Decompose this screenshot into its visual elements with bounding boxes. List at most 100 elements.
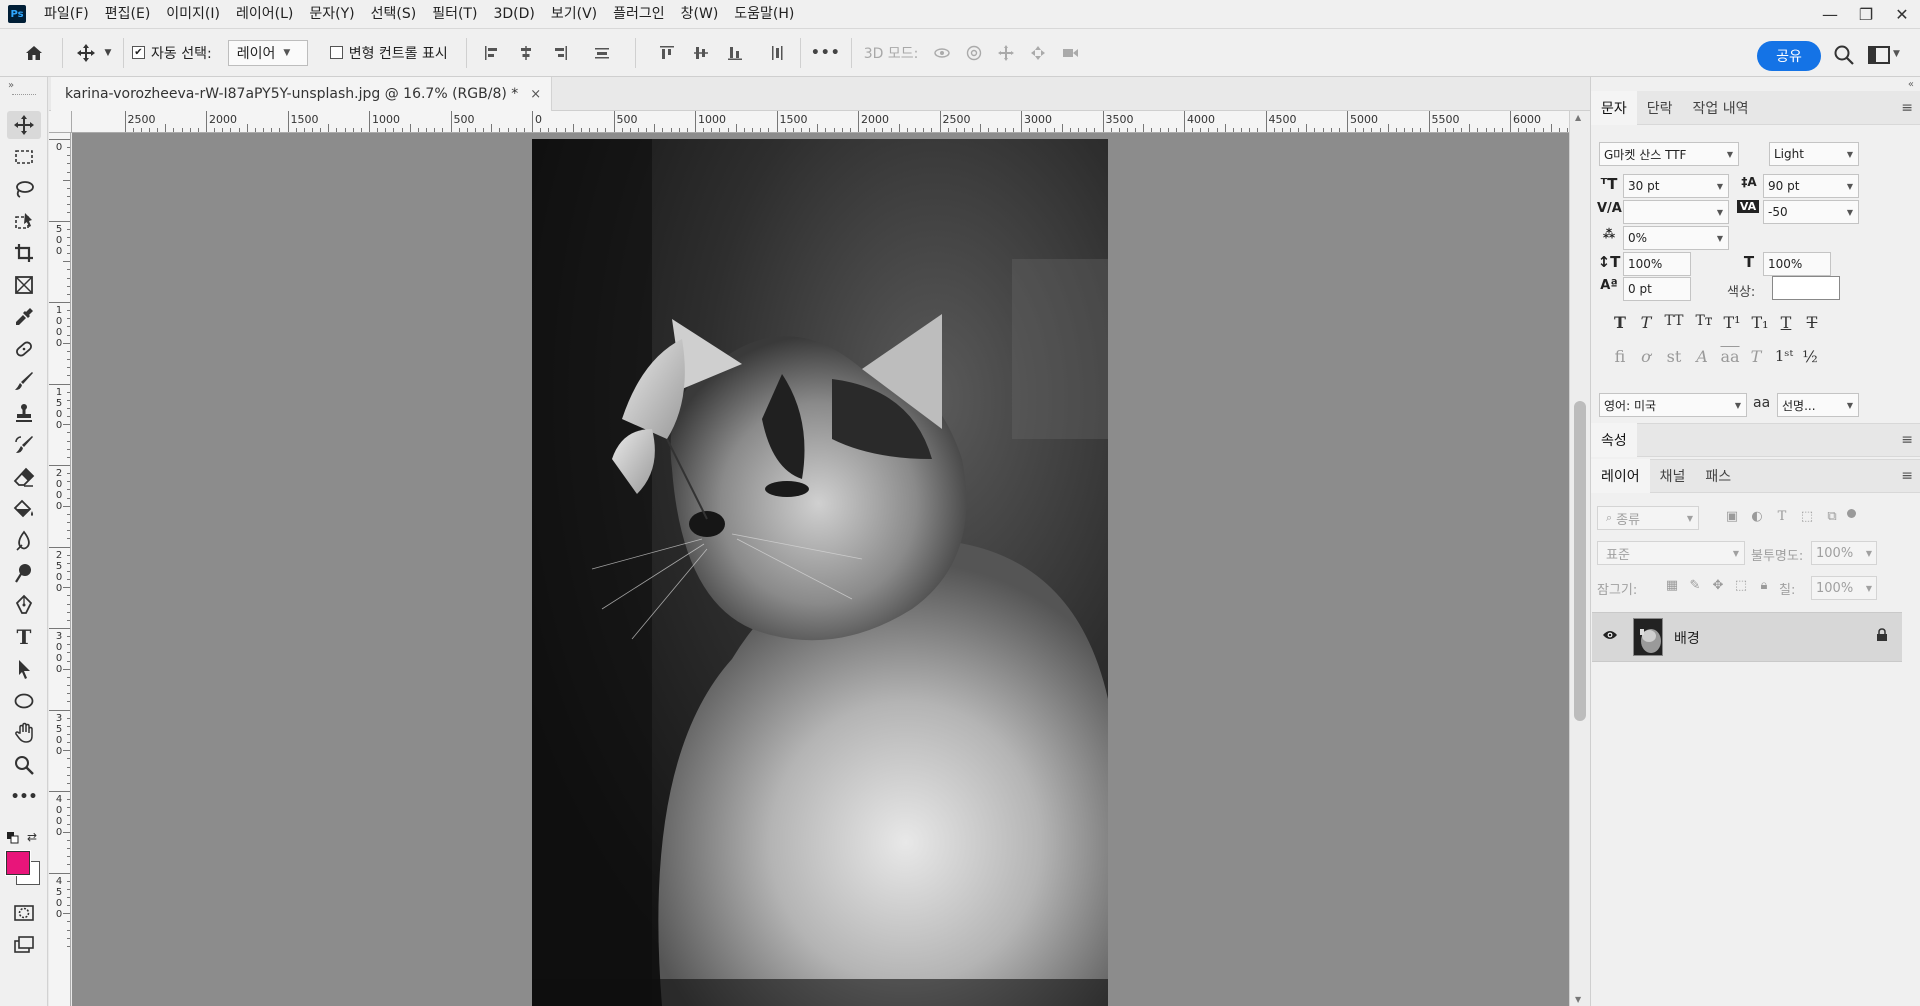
swap-colors-icon[interactable]: ⇄ xyxy=(27,830,37,844)
close-button[interactable]: ✕ xyxy=(1884,0,1920,28)
type-tool-button[interactable]: T xyxy=(7,623,41,651)
minimize-button[interactable]: — xyxy=(1812,0,1848,28)
orbit-3d-icon[interactable] xyxy=(930,39,954,67)
rectangular-marquee-tool-button[interactable] xyxy=(7,143,41,171)
toolbar-grip[interactable] xyxy=(12,94,36,96)
share-button[interactable]: 공유 xyxy=(1757,41,1821,71)
edit-toolbar-more-icon[interactable]: ••• xyxy=(7,783,41,811)
home-icon[interactable] xyxy=(14,39,54,67)
faux-italic-button[interactable]: T xyxy=(1633,313,1659,332)
font-style-dropdown[interactable]: Light ▼ xyxy=(1769,142,1859,166)
collapse-panels-icon[interactable]: « xyxy=(1908,79,1914,90)
workspace-icon[interactable] xyxy=(1868,45,1890,69)
workspace-chevron-down-icon[interactable]: ▼ xyxy=(1893,49,1900,59)
subscript-button[interactable]: T₁ xyxy=(1747,313,1773,332)
menu-image[interactable]: 이미지(I) xyxy=(158,0,228,29)
hand-tool-button[interactable] xyxy=(7,719,41,747)
layer-row[interactable]: 배경 xyxy=(1592,612,1902,662)
faux-bold-button[interactable]: T xyxy=(1607,313,1633,332)
close-document-icon[interactable]: × xyxy=(530,87,541,102)
lock-artboard-icon[interactable]: ⬚ xyxy=(1732,578,1750,593)
fill-field[interactable]: 100% ▼ xyxy=(1811,576,1877,600)
align-right-edges-icon[interactable] xyxy=(549,39,571,67)
all-caps-button[interactable]: TT xyxy=(1661,313,1687,329)
auto-select-checkbox[interactable]: ✔ xyxy=(132,46,145,59)
clone-stamp-tool-button[interactable] xyxy=(7,399,41,427)
vertical-scrollbar[interactable]: ▲ ▼ xyxy=(1569,111,1590,1006)
scale-3d-icon[interactable] xyxy=(1058,39,1082,67)
align-horizontal-centers-icon[interactable] xyxy=(515,39,537,67)
frame-tool-button[interactable] xyxy=(7,271,41,299)
transform-controls-checkbox[interactable] xyxy=(329,46,343,59)
menu-type[interactable]: 문자(Y) xyxy=(301,0,362,29)
scrollbar-thumb[interactable] xyxy=(1574,401,1586,721)
tab-channels[interactable]: 채널 xyxy=(1650,459,1696,493)
baseline-shift-field[interactable]: 0 pt xyxy=(1623,277,1691,301)
ligatures-button[interactable]: ﬁ xyxy=(1607,347,1633,366)
titling-alternates-button[interactable]: T xyxy=(1743,347,1769,366)
foreground-color-swatch[interactable] xyxy=(5,850,31,876)
distribute-vertical-icon[interactable] xyxy=(589,39,615,67)
history-brush-tool-button[interactable] xyxy=(7,431,41,459)
old-style-button[interactable]: ơ xyxy=(1633,347,1659,366)
scroll-down-icon[interactable]: ▼ xyxy=(1575,995,1581,1004)
menu-3d[interactable]: 3D(D) xyxy=(485,0,542,29)
lock-all-icon[interactable]: 🔒︎ xyxy=(1755,578,1773,593)
crop-tool-button[interactable] xyxy=(7,239,41,267)
move-tool-icon[interactable] xyxy=(71,39,101,67)
blur-tool-button[interactable] xyxy=(7,527,41,555)
menu-window[interactable]: 창(W) xyxy=(673,0,727,29)
menu-file[interactable]: 파일(F) xyxy=(36,0,97,29)
ruler-origin[interactable] xyxy=(49,111,72,133)
strikethrough-button[interactable]: T xyxy=(1799,313,1825,332)
align-top-edges-icon[interactable] xyxy=(656,39,678,67)
brush-tool-button[interactable] xyxy=(7,367,41,395)
vertical-scale-field[interactable]: 100% xyxy=(1623,252,1691,276)
eye-icon[interactable] xyxy=(1602,629,1618,645)
healing-brush-tool-button[interactable] xyxy=(7,335,41,363)
pan-3d-icon[interactable] xyxy=(994,39,1018,67)
paint-bucket-tool-button[interactable] xyxy=(7,495,41,523)
tracking-field[interactable]: -50 ▼ xyxy=(1763,200,1859,224)
lock-transparent-pixels-icon[interactable]: ▦ xyxy=(1663,578,1681,593)
align-vertical-centers-icon[interactable] xyxy=(690,39,712,67)
menu-view[interactable]: 보기(V) xyxy=(543,0,605,29)
leading-field[interactable]: 90 pt ▼ xyxy=(1763,174,1859,198)
panel-menu-icon[interactable]: ≡ xyxy=(1901,432,1913,448)
tsume-field[interactable]: 0% ▼ xyxy=(1623,226,1729,250)
small-caps-button[interactable]: Tт xyxy=(1691,313,1717,329)
document-tab[interactable]: karina-vorozheeva-rW-I87aPY5Y-unsplash.j… xyxy=(51,77,553,111)
layer-thumbnail[interactable] xyxy=(1633,618,1663,656)
eraser-tool-button[interactable] xyxy=(7,463,41,491)
filter-pixel-layers-icon[interactable]: ▣ xyxy=(1723,509,1741,524)
font-size-field[interactable]: 30 pt ▼ xyxy=(1623,174,1729,198)
tab-layers[interactable]: 레이어 xyxy=(1591,459,1650,493)
dodge-tool-button[interactable] xyxy=(7,559,41,587)
eyedropper-tool-button[interactable] xyxy=(7,303,41,331)
vertical-ruler[interactable]: 0 500 1000 1500 2000 2500 3000 3500 4000 4500 xyxy=(49,133,71,1006)
menu-edit[interactable]: 편집(E) xyxy=(97,0,159,29)
antialias-dropdown[interactable]: 선명... ▼ xyxy=(1777,393,1859,417)
ellipse-tool-button[interactable] xyxy=(7,687,41,715)
panel-menu-icon[interactable]: ≡ xyxy=(1901,468,1913,484)
blend-mode-dropdown[interactable]: 표준 ▼ xyxy=(1597,541,1745,565)
tab-paragraph[interactable]: 단락 xyxy=(1637,91,1683,125)
language-dropdown[interactable]: 영어: 미국 ▼ xyxy=(1599,393,1747,417)
menu-select[interactable]: 선택(S) xyxy=(363,0,425,29)
canvas-area[interactable] xyxy=(72,133,1569,1006)
restore-button[interactable]: ❐ xyxy=(1848,0,1884,28)
underline-button[interactable]: T xyxy=(1773,313,1799,332)
text-color-swatch[interactable] xyxy=(1772,276,1840,300)
default-colors-icon[interactable] xyxy=(7,832,19,848)
collapse-toolbar-icon[interactable]: » xyxy=(8,80,14,91)
lock-image-pixels-icon[interactable]: ✎ xyxy=(1686,578,1704,593)
layer-name[interactable]: 배경 xyxy=(1674,628,1700,648)
menu-plugins[interactable]: 플러그인 xyxy=(605,0,673,29)
filter-smart-objects-icon[interactable]: ⧉ xyxy=(1823,509,1841,524)
auto-select-dropdown[interactable]: 레이어 ▼ xyxy=(227,39,308,66)
tool-preset-chevron-down-icon[interactable]: ▼ xyxy=(101,39,115,67)
ordinals-button[interactable]: 1ˢᵗ xyxy=(1771,347,1797,365)
font-family-dropdown[interactable]: G마켓 산스 TTF ▼ xyxy=(1599,142,1739,166)
menu-layer[interactable]: 레이어(L) xyxy=(228,0,301,29)
roll-3d-icon[interactable] xyxy=(962,39,986,67)
